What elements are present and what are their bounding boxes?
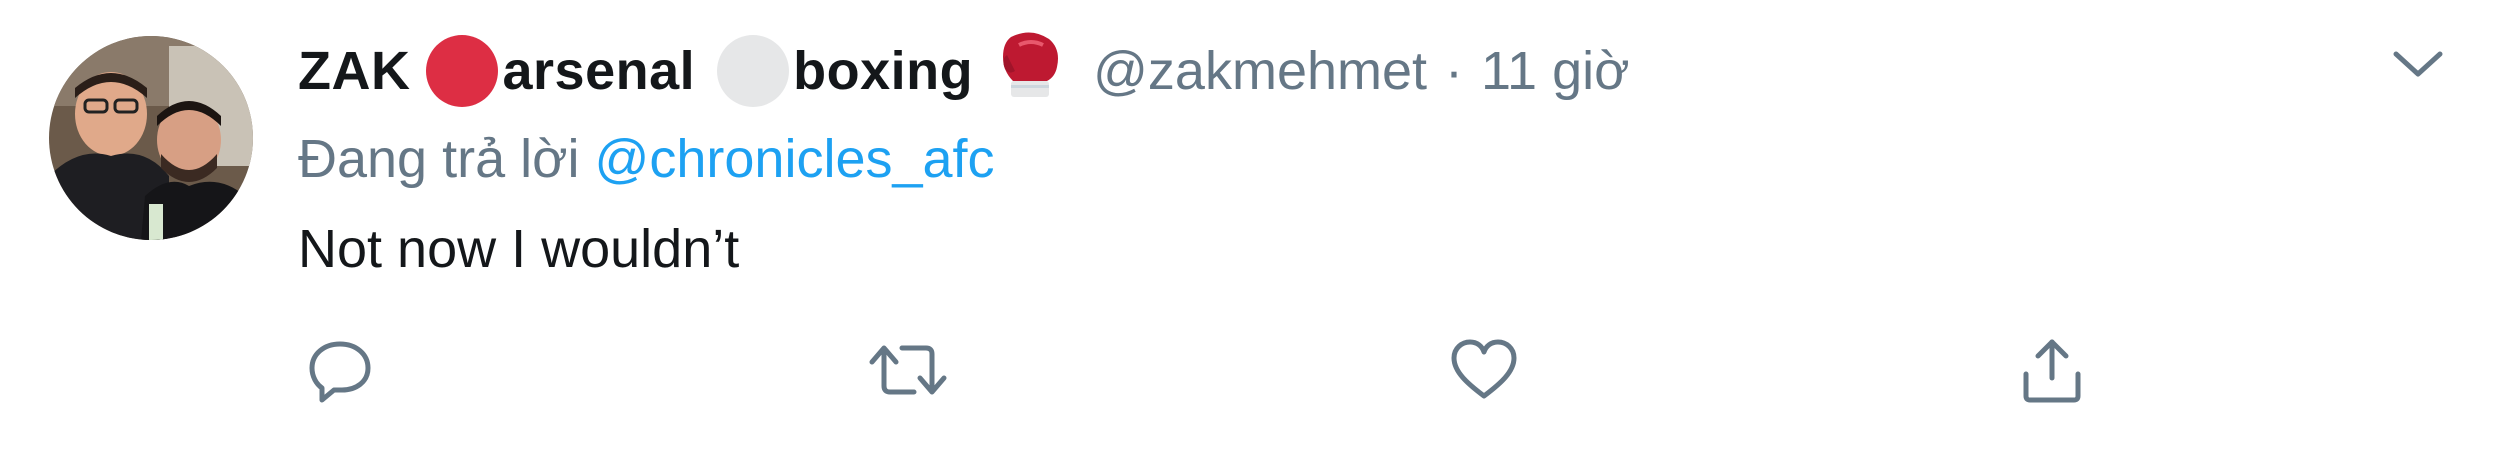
- author-handle[interactable]: @zakmehmet: [1093, 40, 1427, 102]
- reply-icon: [309, 341, 371, 403]
- like-button[interactable]: [1444, 330, 1524, 410]
- reply-to-link[interactable]: @chronicles_afc: [595, 129, 995, 189]
- share-button[interactable]: [2012, 330, 2092, 410]
- author-name-part-2: arsenal: [502, 41, 696, 101]
- tweet-header: ZAK arsenal boxing @zakmehmet · 11 giờ: [298, 31, 1630, 107]
- avatar-photo: [49, 36, 253, 240]
- tweet[interactable]: ZAK arsenal boxing @zakmehmet · 11 giờ Đ…: [0, 0, 2498, 450]
- retweet-button[interactable]: [868, 330, 948, 410]
- separator-dot: ·: [1445, 41, 1464, 101]
- chevron-down-icon[interactable]: [2388, 40, 2448, 90]
- reply-prefix: Đang trả lời: [298, 129, 580, 189]
- author-name-part-3: boxing: [793, 41, 974, 101]
- author-name[interactable]: ZAK arsenal boxing: [298, 29, 1069, 114]
- white-circle-emoji-icon: [717, 35, 790, 107]
- boxing-glove-emoji-icon: [997, 29, 1063, 114]
- retweet-icon: [869, 345, 947, 395]
- avatar[interactable]: [49, 36, 253, 240]
- author-name-part-1: ZAK: [298, 41, 411, 101]
- tweet-timestamp[interactable]: 11 giờ: [1481, 40, 1630, 102]
- share-icon: [2023, 339, 2081, 403]
- reply-button[interactable]: [300, 330, 380, 410]
- tweet-text: Not now I wouldn’t: [298, 219, 740, 279]
- reply-context: Đang trả lời @chronicles_afc: [298, 128, 995, 190]
- heart-icon: [1451, 339, 1517, 399]
- red-circle-emoji-icon: [426, 35, 499, 107]
